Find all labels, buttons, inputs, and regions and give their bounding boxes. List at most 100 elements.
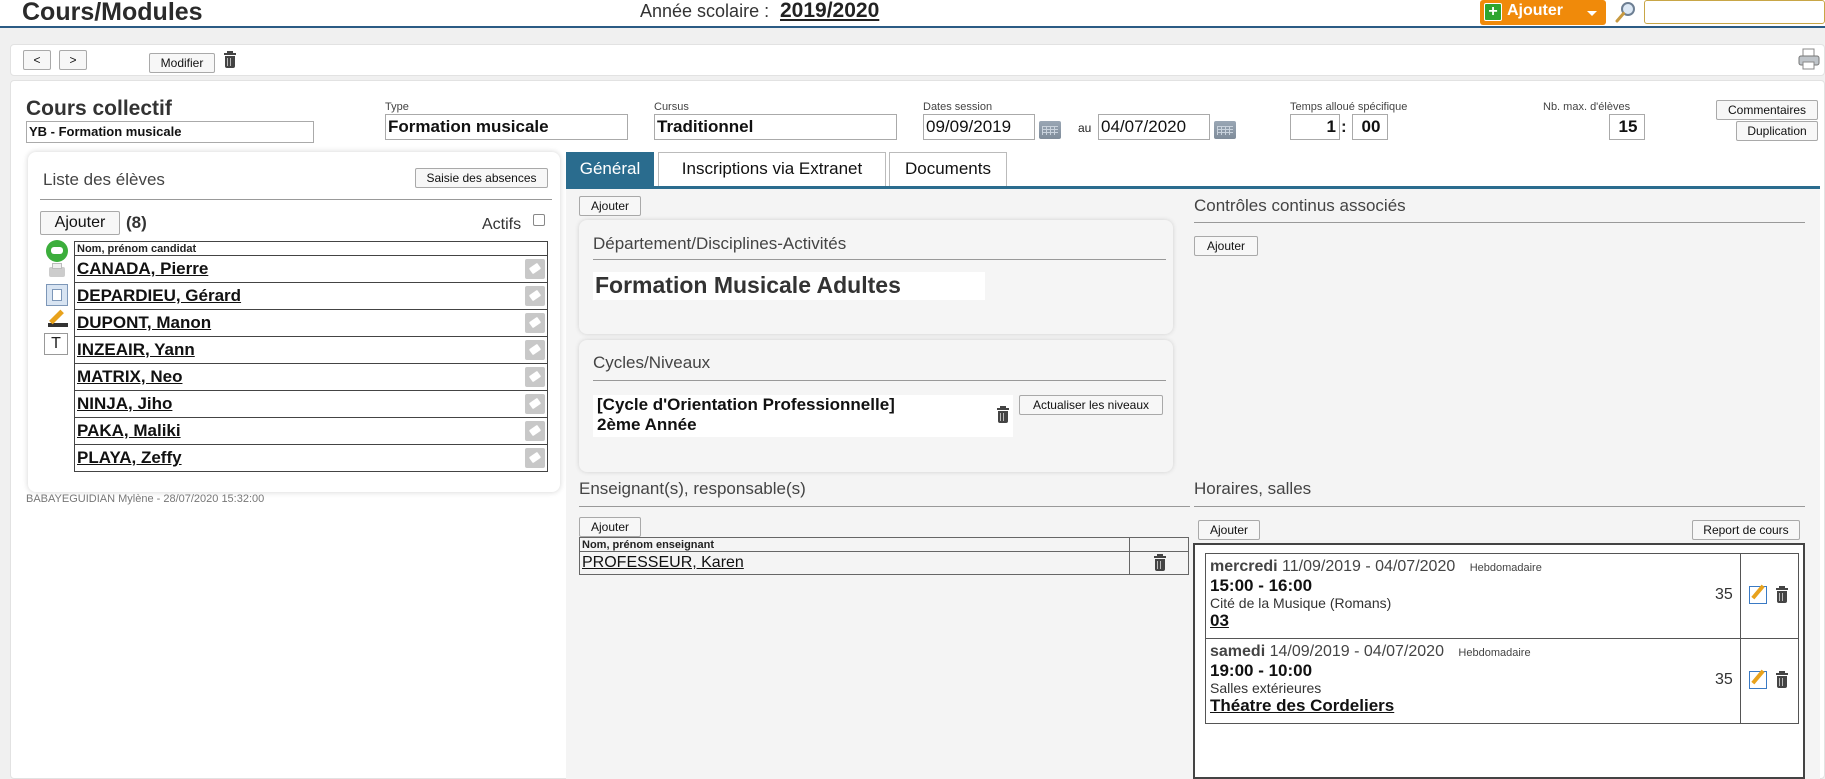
comments-button[interactable]: Commentaires — [1716, 100, 1818, 120]
type-field[interactable]: Formation musicale — [385, 114, 628, 140]
printer-icon[interactable] — [1797, 47, 1821, 71]
page-title: Cours/Modules — [22, 0, 203, 26]
session-time: 19:00 - 10:00 — [1210, 661, 1313, 680]
session-dates-label: Dates session — [923, 101, 993, 113]
previous-button[interactable]: < — [23, 50, 51, 70]
active-label: Actifs — [482, 216, 522, 233]
duplicate-button[interactable]: Duplication — [1736, 121, 1818, 141]
edit-icon[interactable] — [1749, 671, 1767, 689]
divider — [579, 506, 1190, 507]
student-cell: MATRIX, Neo — [74, 363, 548, 391]
trash-icon[interactable] — [996, 406, 1010, 423]
tab-documents[interactable]: Documents — [889, 152, 1007, 186]
tab-general[interactable]: Général — [566, 152, 654, 186]
schedule-list: mercredi 11/09/2019 - 04/07/2020 Hebdoma… — [1193, 543, 1805, 779]
divider — [1740, 639, 1741, 724]
tag-icon[interactable] — [525, 448, 545, 468]
date-separator: au — [1078, 121, 1092, 135]
printer-icon[interactable] — [46, 262, 68, 284]
global-add-button[interactable]: + Ajouter — [1480, 0, 1606, 25]
tag-icon[interactable] — [525, 394, 545, 414]
calendar-icon[interactable] — [1214, 121, 1236, 139]
school-year-link[interactable]: 2019/2020 — [780, 0, 879, 23]
table-row: PLAYA, Zeffy — [74, 444, 548, 472]
active-checkbox[interactable] — [533, 214, 545, 226]
general-add-button[interactable]: Ajouter — [579, 196, 641, 216]
student-link[interactable]: CANADA, Pierre — [77, 259, 208, 278]
search-input[interactable] — [1644, 0, 1825, 24]
max-students-field[interactable]: 15 — [1609, 114, 1645, 140]
session-time: 15:00 - 16:00 — [1210, 576, 1313, 595]
department-value: Formation Musicale Adultes — [593, 272, 985, 300]
teachers-add-button[interactable]: Ajouter — [579, 517, 641, 537]
session-frequency: Hebdomadaire — [1458, 647, 1531, 659]
trash-icon[interactable] — [1775, 586, 1789, 603]
text-icon[interactable]: T — [44, 333, 68, 355]
students-table: Nom, prénom candidat CANADA, Pierre DEPAR… — [74, 241, 548, 472]
document-icon[interactable] — [46, 284, 68, 306]
absences-button[interactable]: Saisie des absences — [415, 168, 548, 188]
session-room-link[interactable]: Théatre des Cordeliers — [1210, 696, 1394, 716]
table-row: PAKA, Maliki — [74, 417, 548, 445]
trash-icon[interactable] — [1775, 671, 1789, 688]
session-count: 35 — [1715, 671, 1733, 688]
session-place: Salles extérieures — [1210, 680, 1322, 696]
student-link[interactable]: DEPARDIEU, Gérard — [77, 286, 241, 305]
tag-icon[interactable] — [525, 367, 545, 387]
student-cell: INZEAIR, Yann — [74, 336, 548, 364]
teacher-link[interactable]: PROFESSEUR, Karen — [582, 554, 744, 571]
end-date-field[interactable]: 04/07/2020 — [1098, 114, 1210, 140]
tag-icon[interactable] — [525, 286, 545, 306]
search-icon[interactable] — [1614, 0, 1638, 24]
calendar-icon[interactable] — [1039, 121, 1061, 139]
student-link[interactable]: NINJA, Jiho — [77, 394, 172, 413]
course-name-field[interactable]: YB - Formation musicale — [26, 121, 314, 143]
student-link[interactable]: MATRIX, Neo — [77, 367, 182, 386]
tag-icon[interactable] — [525, 421, 545, 441]
session-place: Cité de la Musique (Romans) — [1210, 595, 1392, 611]
student-link[interactable]: DUPONT, Manon — [77, 313, 211, 332]
trash-icon[interactable] — [1153, 554, 1167, 571]
student-cell: CANADA, Pierre — [74, 255, 548, 283]
plus-icon: + — [1484, 3, 1502, 21]
session-room-link[interactable]: 03 — [1210, 611, 1229, 631]
tag-icon[interactable] — [525, 259, 545, 279]
student-name-header: Nom, prénom candidat — [74, 241, 548, 256]
max-students-label: Nb. max. d'élèves — [1543, 101, 1631, 113]
next-button[interactable]: > — [59, 50, 87, 70]
student-cell: DUPONT, Manon — [74, 309, 548, 337]
divider — [593, 380, 1166, 381]
cursus-field[interactable]: Traditionnel — [654, 114, 897, 140]
add-student-button[interactable]: Ajouter — [40, 211, 120, 235]
type-label: Type — [385, 101, 409, 113]
cycle-year: 2ème Année — [597, 415, 697, 434]
student-link[interactable]: INZEAIR, Yann — [77, 340, 195, 359]
edit-icon[interactable] — [1749, 586, 1767, 604]
table-row: DEPARDIEU, Gérard — [74, 282, 548, 310]
sms-icon[interactable] — [46, 240, 68, 262]
schedule-add-button[interactable]: Ajouter — [1198, 520, 1260, 540]
tag-icon[interactable] — [525, 340, 545, 360]
table-row: DUPONT, Manon — [74, 309, 548, 337]
modify-button[interactable]: Modifier — [149, 53, 215, 73]
time-hours-field[interactable]: 1 — [1290, 114, 1340, 140]
report-button[interactable]: Report de cours — [1692, 520, 1800, 540]
update-levels-button[interactable]: Actualiser les niveaux — [1019, 395, 1163, 415]
schedule-item: mercredi 11/09/2019 - 04/07/2020 Hebdoma… — [1205, 553, 1799, 639]
cycles-title: Cycles/Niveaux — [593, 353, 711, 372]
tab-extranet-registrations[interactable]: Inscriptions via Extranet — [658, 152, 886, 186]
start-date-field[interactable]: 09/09/2019 — [923, 114, 1035, 140]
school-year-label: Année scolaire : — [640, 1, 770, 21]
schedule-title: Horaires, salles — [1194, 479, 1312, 498]
student-cell: PAKA, Maliki — [74, 417, 548, 445]
tag-icon[interactable] — [525, 313, 545, 333]
department-title: Département/Disciplines-Activités — [593, 234, 847, 253]
trash-icon[interactable] — [223, 51, 237, 68]
divider — [1740, 554, 1741, 639]
global-add-label: Ajouter — [1507, 2, 1563, 19]
student-link[interactable]: PAKA, Maliki — [77, 421, 181, 440]
student-link[interactable]: PLAYA, Zeffy — [77, 448, 182, 467]
pencil-icon[interactable] — [46, 309, 68, 331]
controls-add-button[interactable]: Ajouter — [1194, 236, 1258, 256]
time-minutes-field[interactable]: 00 — [1352, 114, 1388, 140]
